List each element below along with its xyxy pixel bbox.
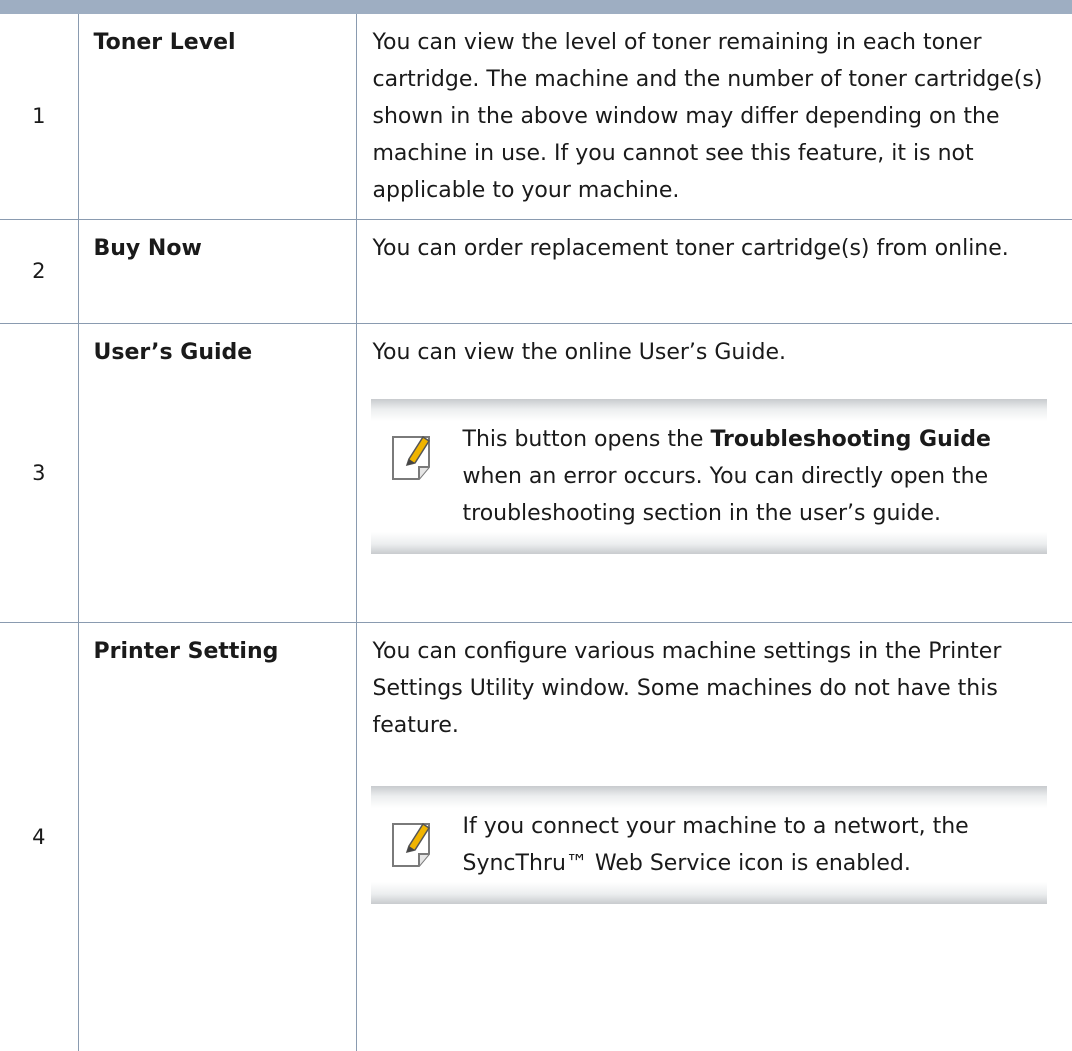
feature-description: You can configure various machine settin… bbox=[372, 638, 1002, 738]
feature-table: 1 Toner Level You can view the level of … bbox=[0, 14, 1072, 1051]
table-row: 3 User’s Guide You can view the online U… bbox=[0, 322, 1072, 623]
note-box: This button opens the Troubleshooting Gu… bbox=[370, 398, 1047, 554]
row-number: 1 bbox=[0, 14, 79, 220]
feature-name: User’s Guide bbox=[77, 322, 357, 623]
note-text: This button opens the Troubleshooting Gu… bbox=[462, 426, 991, 526]
feature-description: You can order replacement toner cartridg… bbox=[355, 218, 1072, 324]
note-pencil-icon bbox=[391, 435, 430, 480]
feature-description-cell: You can configure various machine settin… bbox=[355, 621, 1072, 1051]
feature-name: Printer Setting bbox=[77, 621, 357, 1051]
row-number: 4 bbox=[0, 621, 79, 1051]
row-number: 3 bbox=[0, 322, 79, 623]
table-row: 2 Buy Now You can order replacement tone… bbox=[0, 218, 1072, 324]
row-number: 2 bbox=[0, 218, 79, 324]
note-text: If you connect your machine to a networt… bbox=[462, 813, 969, 876]
note-pencil-icon bbox=[391, 822, 430, 867]
note-box: If you connect your machine to a networt… bbox=[370, 785, 1047, 904]
table-row: 1 Toner Level You can view the level of … bbox=[0, 14, 1072, 220]
feature-description: You can view the online User’s Guide. bbox=[372, 339, 786, 365]
table-row: 4 Printer Setting You can configure vari… bbox=[0, 621, 1072, 1051]
feature-description: You can view the level of toner remainin… bbox=[355, 14, 1072, 220]
feature-name: Toner Level bbox=[77, 14, 357, 220]
troubleshooting-guide-link-text: Troubleshooting Guide bbox=[710, 426, 991, 452]
header-bar bbox=[0, 0, 1072, 14]
feature-name: Buy Now bbox=[77, 218, 357, 324]
feature-description-cell: You can view the online User’s Guide. Th… bbox=[355, 322, 1072, 623]
